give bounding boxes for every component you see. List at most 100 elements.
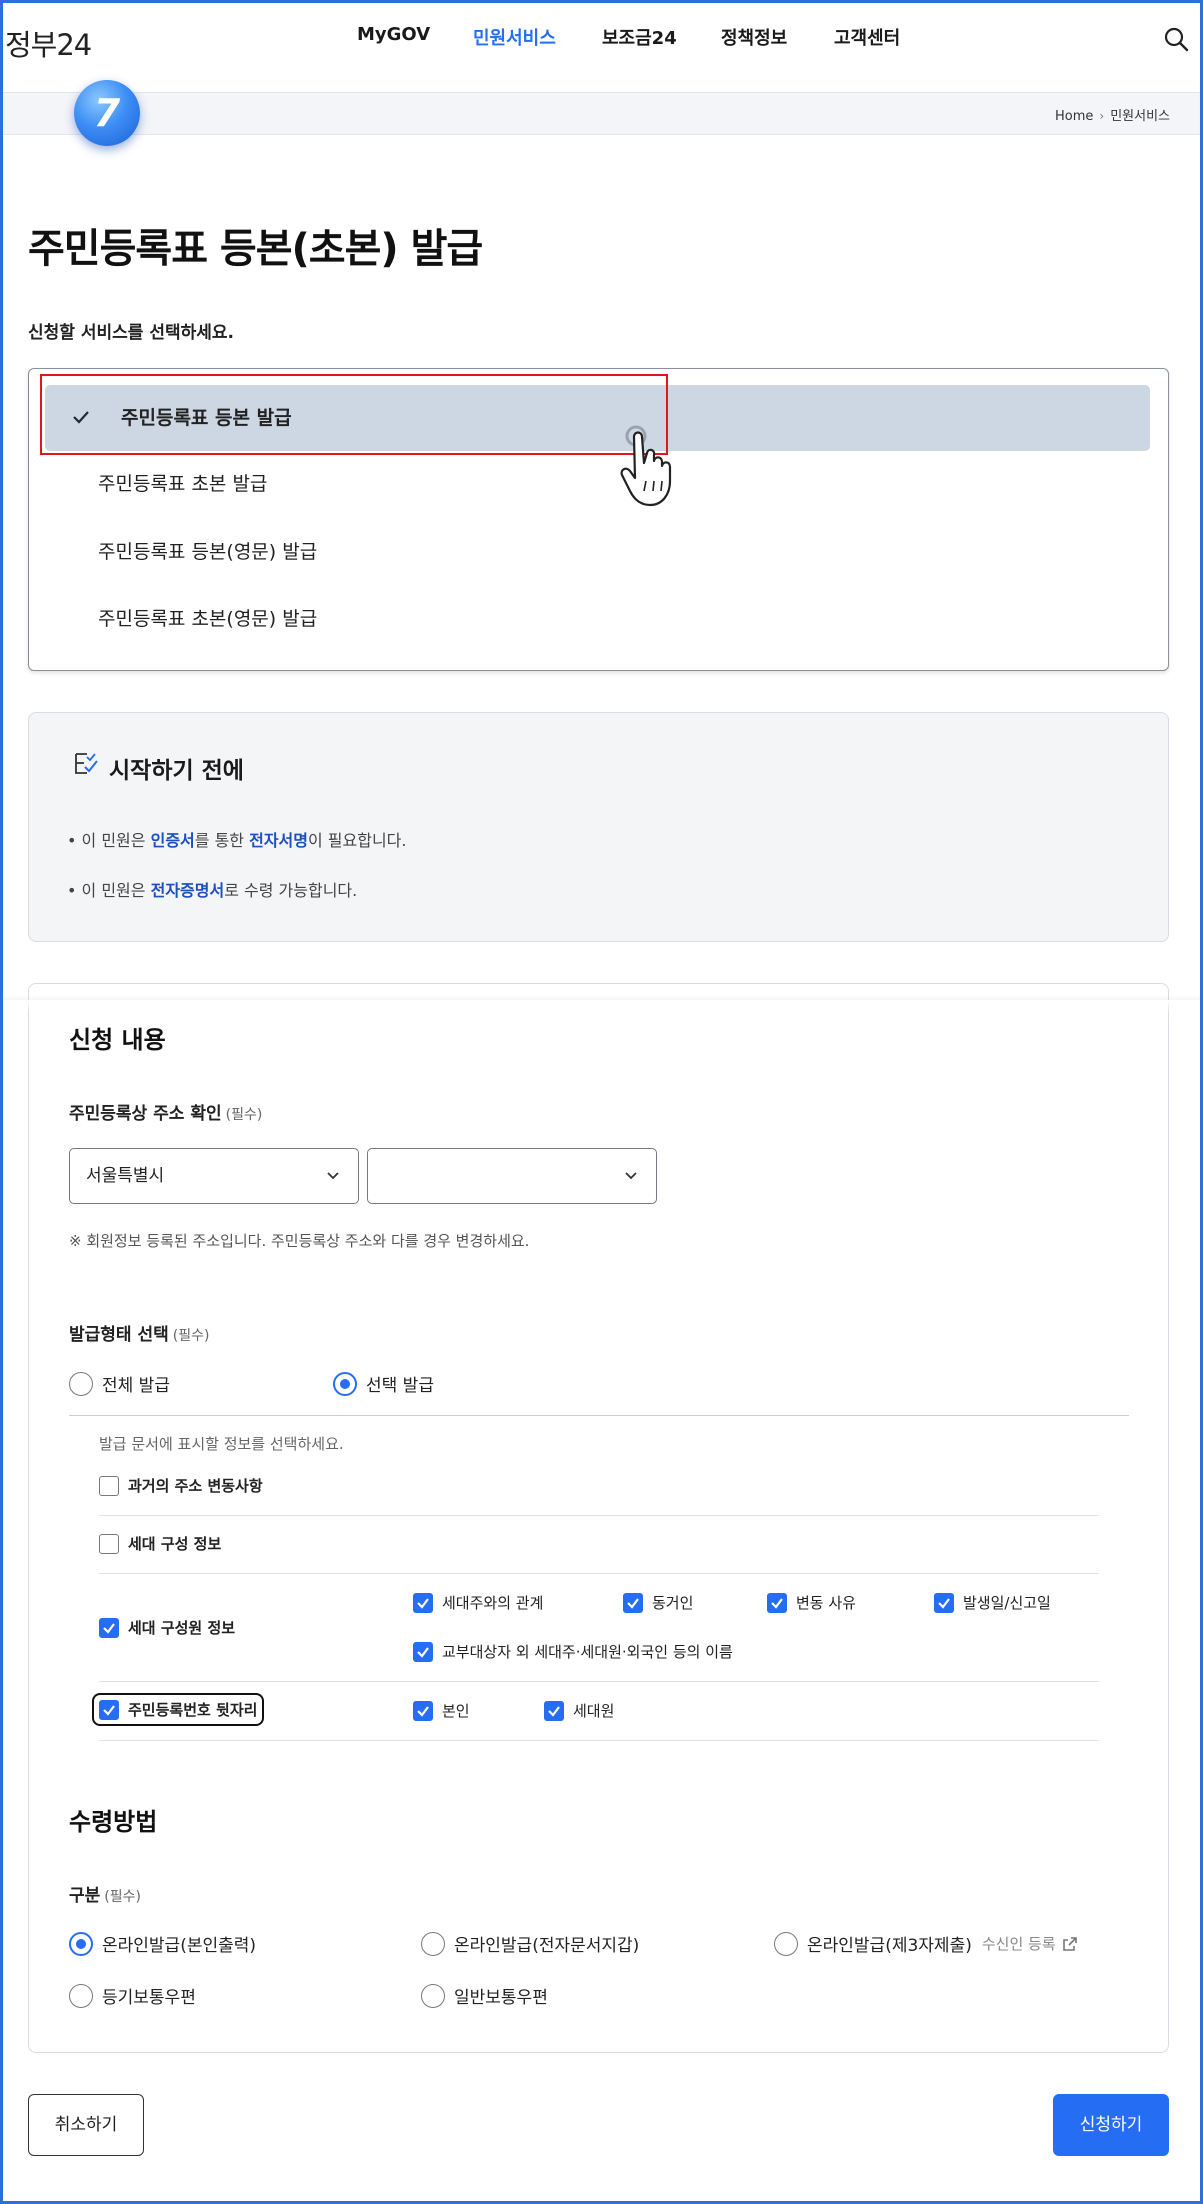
- before-start-panel: 시작하기 전에 • 이 민원은 인증서를 통한 전자서명이 필요합니다. • 이…: [28, 712, 1169, 942]
- service-option-label: 주민등록표 초본 발급: [98, 473, 268, 495]
- checkbox-rrn-back[interactable]: 주민등록번호 뒷자리: [91, 1693, 265, 1726]
- checkbox-household-info[interactable]: 세대 구성 정보: [99, 1533, 221, 1554]
- radio-circle[interactable]: [421, 1931, 445, 1956]
- notice-e-certificate: • 이 민원은 전자증명서로 수령 가능합니다.: [67, 881, 358, 900]
- check-icon: [548, 1705, 560, 1717]
- checkbox-box[interactable]: [544, 1700, 564, 1721]
- certificate-highlight: 인증서: [150, 831, 195, 850]
- site-header: 정부24 MyGOV 민원서비스 보조금24 정책정보 고객센터: [0, 0, 1203, 93]
- row-divider: [99, 1573, 1099, 1574]
- step-number-badge: 7: [74, 80, 140, 146]
- breadcrumb: Home › 민원서비스: [1055, 105, 1170, 124]
- check-icon: [103, 1622, 115, 1634]
- row-divider: [99, 1681, 1099, 1682]
- checkbox-box[interactable]: [99, 1475, 119, 1496]
- check-icon: [627, 1597, 639, 1609]
- checkbox-box[interactable]: [934, 1592, 954, 1613]
- checkbox-change-reason[interactable]: 변동 사유: [767, 1592, 856, 1613]
- pointer-hand-icon: [620, 425, 672, 507]
- nav-item-civil-service[interactable]: 민원서비스: [473, 24, 556, 50]
- checkbox-box[interactable]: [413, 1641, 433, 1662]
- check-icon: [417, 1597, 429, 1609]
- checkbox-self[interactable]: 본인: [413, 1700, 470, 1721]
- checkbox-household-member[interactable]: 세대원: [544, 1700, 614, 1721]
- check-icon: [417, 1705, 429, 1717]
- external-link-icon[interactable]: [1062, 1936, 1078, 1952]
- checklist-icon: [75, 753, 98, 774]
- breadcrumb-home[interactable]: Home: [1055, 109, 1093, 124]
- nav-item-policy[interactable]: 정책정보: [721, 24, 787, 50]
- nav-item-mygov[interactable]: MyGOV: [357, 24, 430, 45]
- checkbox-past-address[interactable]: 과거의 주소 변동사항: [99, 1475, 263, 1496]
- notice-certificate: • 이 민원은 인증서를 통한 전자서명이 필요합니다.: [67, 831, 407, 850]
- radio-circle[interactable]: [421, 1983, 445, 2008]
- checkbox-occurrence-date[interactable]: 발생일/신고일: [934, 1592, 1051, 1613]
- page-title: 주민등록표 등본(초본) 발급: [28, 226, 483, 272]
- radio-regular-mail[interactable]: 일반보통우편: [421, 1983, 548, 2008]
- nav-item-subsidy[interactable]: 보조금24: [602, 24, 677, 50]
- breadcrumb-current[interactable]: 민원서비스: [1110, 109, 1170, 124]
- receipt-category-label: 구분 (필수): [69, 1886, 141, 1906]
- service-option-label: 주민등록표 등본(영문) 발급: [98, 541, 318, 563]
- address-city-select[interactable]: 서울특별시: [69, 1148, 359, 1204]
- radio-registered-mail[interactable]: 등기보통우편: [69, 1983, 196, 2008]
- row-divider: [99, 1740, 1099, 1741]
- service-option-resident-abstract[interactable]: 주민등록표 초본 발급: [45, 451, 1150, 517]
- check-icon: [771, 1597, 783, 1609]
- service-option-resident-abstract-english[interactable]: 주민등록표 초본(영문) 발급: [45, 586, 1150, 652]
- service-prompt: 신청할 서비스를 선택하세요.: [28, 323, 234, 343]
- required-mark: (필수): [172, 1328, 210, 1344]
- recipient-register-link[interactable]: 수신인 등록: [982, 1933, 1056, 1954]
- checkbox-box[interactable]: [413, 1592, 433, 1613]
- checkbox-box[interactable]: [767, 1592, 787, 1613]
- breadcrumb-bar: Home › 민원서비스: [0, 93, 1203, 135]
- before-start-title: 시작하기 전에: [109, 758, 244, 784]
- radio-online-third-party[interactable]: 온라인발급(제3자제출) 수신인 등록: [774, 1931, 1078, 1956]
- main-nav: MyGOV 민원서비스 보조금24 정책정보 고객센터: [0, 24, 1203, 54]
- check-icon: [938, 1597, 950, 1609]
- issue-type-label: 발급형태 선택 (필수): [69, 1325, 210, 1345]
- service-option-resident-copy-english[interactable]: 주민등록표 등본(영문) 발급: [45, 519, 1150, 585]
- checkbox-box[interactable]: [623, 1592, 643, 1613]
- radio-selective-issue[interactable]: 선택 발급: [333, 1371, 434, 1396]
- checkbox-box[interactable]: [99, 1533, 119, 1554]
- cancel-button[interactable]: 취소하기: [28, 2094, 144, 2156]
- address-field-label: 주민등록상 주소 확인 (필수): [69, 1104, 263, 1124]
- application-panel: [28, 983, 1169, 2053]
- application-section-title: 신청 내용: [69, 1026, 166, 1054]
- radio-online-wallet[interactable]: 온라인발급(전자문서지갑): [421, 1931, 639, 1956]
- checkbox-box[interactable]: [99, 1617, 119, 1638]
- scroll-fade: [0, 1000, 1203, 1014]
- checkbox-cohabitant[interactable]: 동거인: [623, 1592, 693, 1613]
- required-mark: (필수): [225, 1107, 263, 1123]
- submit-button[interactable]: 신청하기: [1053, 2094, 1169, 2156]
- e-signature-highlight: 전자서명: [249, 831, 308, 850]
- checkbox-box[interactable]: [99, 1699, 119, 1720]
- required-mark: (필수): [104, 1889, 141, 1905]
- radio-online-self-print[interactable]: 온라인발급(본인출력): [69, 1931, 256, 1956]
- radio-circle[interactable]: [69, 1983, 93, 2008]
- address-note: ※ 회원정보 등록된 주소입니다. 주민등록상 주소와 다를 경우 변경하세요.: [69, 1232, 530, 1250]
- radio-circle[interactable]: [69, 1931, 93, 1956]
- checkbox-member-info[interactable]: 세대 구성원 정보: [99, 1617, 235, 1638]
- radio-circle[interactable]: [774, 1931, 798, 1956]
- chevron-down-icon: [327, 1172, 339, 1180]
- checkbox-relation-to-head[interactable]: 세대주와의 관계: [413, 1592, 543, 1613]
- chevron-right-icon: ›: [1099, 109, 1105, 123]
- radio-full-issue[interactable]: 전체 발급: [69, 1371, 170, 1396]
- chevron-down-icon: [625, 1172, 637, 1180]
- row-divider: [99, 1515, 1099, 1516]
- nav-item-support[interactable]: 고객센터: [834, 24, 900, 50]
- radio-circle[interactable]: [333, 1371, 357, 1396]
- check-icon: [417, 1646, 429, 1658]
- highlight-annotation-box: [40, 374, 668, 455]
- address-district-select[interactable]: [367, 1148, 657, 1204]
- search-icon[interactable]: [1163, 26, 1189, 52]
- receipt-section-title: 수령방법: [69, 1808, 158, 1836]
- checkbox-other-names[interactable]: 교부대상자 외 세대주·세대원·외국인 등의 이름: [413, 1641, 733, 1662]
- divider: [69, 1415, 1129, 1416]
- check-icon: [103, 1704, 115, 1716]
- service-option-label: 주민등록표 초본(영문) 발급: [98, 608, 318, 630]
- checkbox-box[interactable]: [413, 1700, 433, 1721]
- radio-circle[interactable]: [69, 1371, 93, 1396]
